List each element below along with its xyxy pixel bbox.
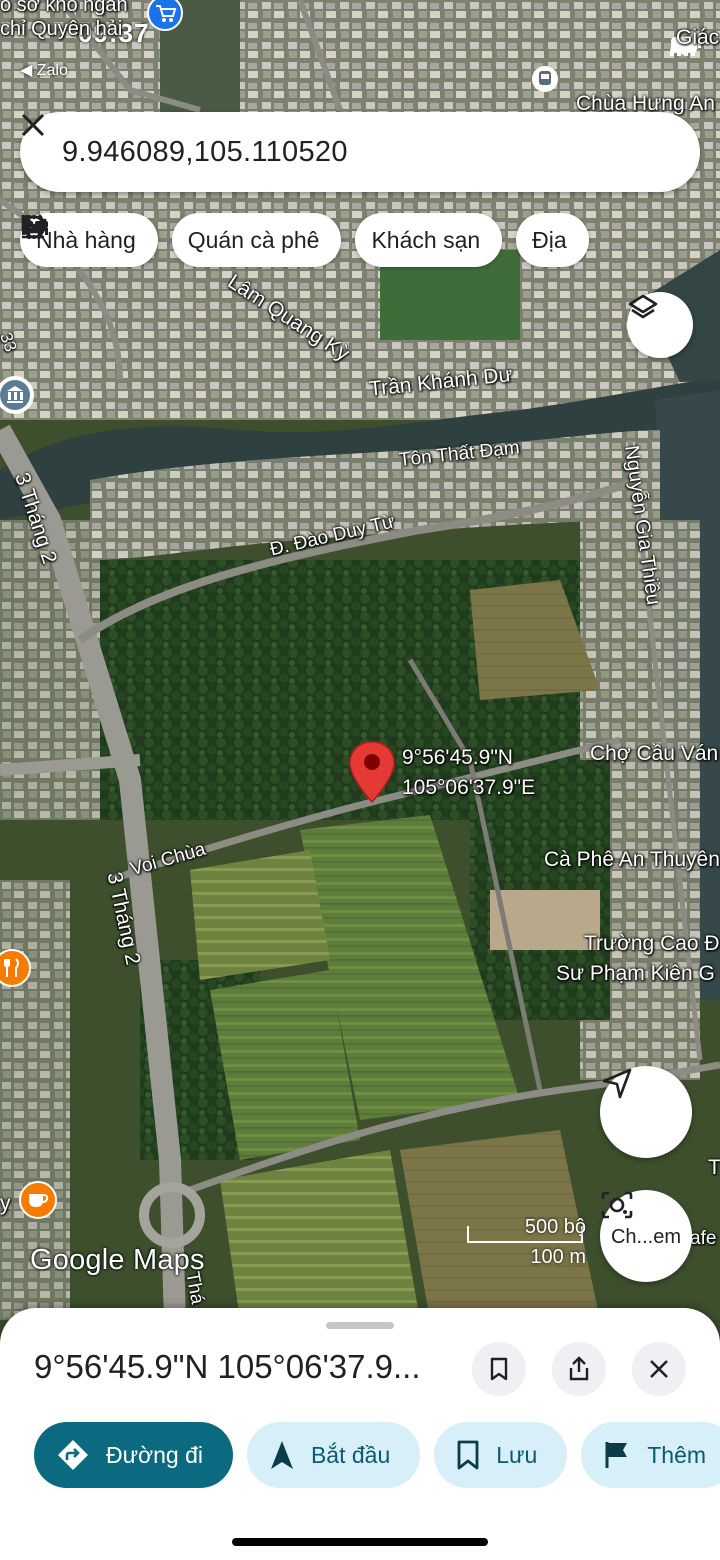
bookmark-icon	[457, 1440, 479, 1470]
map-label: y	[0, 1192, 11, 1215]
chip-label: Nhà hàng	[36, 226, 136, 253]
map-label: afe	[690, 1228, 717, 1249]
layers-icon	[628, 294, 658, 319]
search-input[interactable]: 9.946089,105.110520	[62, 136, 626, 169]
share-button[interactable]	[552, 1342, 606, 1396]
close-icon	[650, 1360, 668, 1378]
restaurant-icon	[0, 949, 31, 987]
map-label: T	[708, 1156, 720, 1179]
action-label: Đường đi	[106, 1441, 203, 1468]
directions-icon	[58, 1440, 88, 1470]
close-sheet-button[interactable]	[632, 1342, 686, 1396]
map-label: Trường Cao Đ	[584, 932, 720, 955]
chip-label: Địa	[532, 226, 567, 253]
sheet-drag-handle[interactable]	[326, 1322, 394, 1329]
place-actions: Đường đi Bắt đầu Lưu Thêm	[34, 1422, 720, 1488]
museum-icon	[0, 376, 34, 414]
navigate-icon	[270, 1441, 293, 1469]
clear-search-button[interactable]	[21, 113, 686, 182]
shopping-cart-icon	[147, 0, 183, 31]
map-label: Chợ Cầu Ván	[590, 742, 719, 765]
place-bottom-sheet[interactable]: 9°56'45.9"N 105°06'37.9... Đường đi Bắt …	[0, 1308, 720, 1560]
save-button[interactable]: Lưu	[434, 1422, 568, 1488]
lens-button[interactable]: Ch...em	[600, 1190, 692, 1282]
add-label-button[interactable]: Thêm	[581, 1422, 720, 1488]
satellite-map[interactable]: 09:37 ◀ Zalo o sở kho ngắn chỉ Quyên hải…	[0, 0, 720, 1320]
save-icon-button[interactable]	[472, 1342, 526, 1396]
red-pin-icon	[349, 741, 395, 804]
bookmark-icon	[490, 1357, 508, 1381]
camera-search-icon	[601, 1191, 633, 1219]
flag-icon	[605, 1442, 628, 1468]
map-label: Giác	[676, 26, 720, 49]
start-button[interactable]: Bắt đầu	[246, 1422, 421, 1488]
lens-label: Ch...em	[610, 1225, 682, 1248]
google-maps-attribution: Google Maps	[30, 1244, 205, 1276]
map-label: chỉ Quyên hải	[0, 18, 123, 40]
home-indicator[interactable]	[232, 1538, 488, 1546]
place-title: 9°56'45.9"N 105°06'37.9...	[34, 1348, 421, 1385]
chip-hotels[interactable]: Khách sạn	[22, 213, 503, 267]
map-label: Cà Phê An Thuyên	[544, 848, 720, 871]
attractions-icon	[22, 215, 46, 239]
cafe-icon	[19, 1181, 57, 1219]
my-location-button[interactable]	[600, 1066, 692, 1158]
chip-label: Khách sạn	[371, 226, 481, 253]
layers-button[interactable]	[627, 292, 693, 358]
action-label: Lưu	[496, 1441, 538, 1468]
map-label: Sư Phạm Kiên G	[556, 962, 715, 985]
scale-bar: 500 bộ 100 m	[466, 1216, 586, 1268]
action-label: Thêm	[647, 1441, 707, 1468]
scale-metric-label: 100 m	[530, 1246, 586, 1268]
directions-button[interactable]: Đường đi	[34, 1422, 233, 1488]
scale-imperial-label: 500 bộ	[524, 1216, 586, 1238]
share-icon	[569, 1356, 589, 1381]
chip-cafes[interactable]: Quán cà phê	[21, 213, 342, 267]
category-chips: Nhà hàng Quán cà phê Khách sạn Địa	[20, 213, 589, 267]
action-label: Bắt đầu	[310, 1441, 391, 1468]
chip-attractions[interactable]: Địa	[22, 213, 589, 267]
search-box[interactable]: 9.946089,105.110520	[20, 112, 700, 192]
map-label: o sở kho ngắn	[0, 0, 128, 16]
chip-label: Quán cà phê	[187, 226, 320, 253]
back-to-app-link[interactable]: ◀ Zalo	[20, 60, 68, 80]
navigation-arrow-icon	[602, 1068, 632, 1099]
pin-latitude-label: 9°56'45.9"N	[402, 746, 513, 769]
bus-stop-icon	[532, 66, 558, 92]
close-icon	[21, 113, 45, 137]
pin-longitude-label: 105°06'37.9"E	[402, 776, 536, 799]
